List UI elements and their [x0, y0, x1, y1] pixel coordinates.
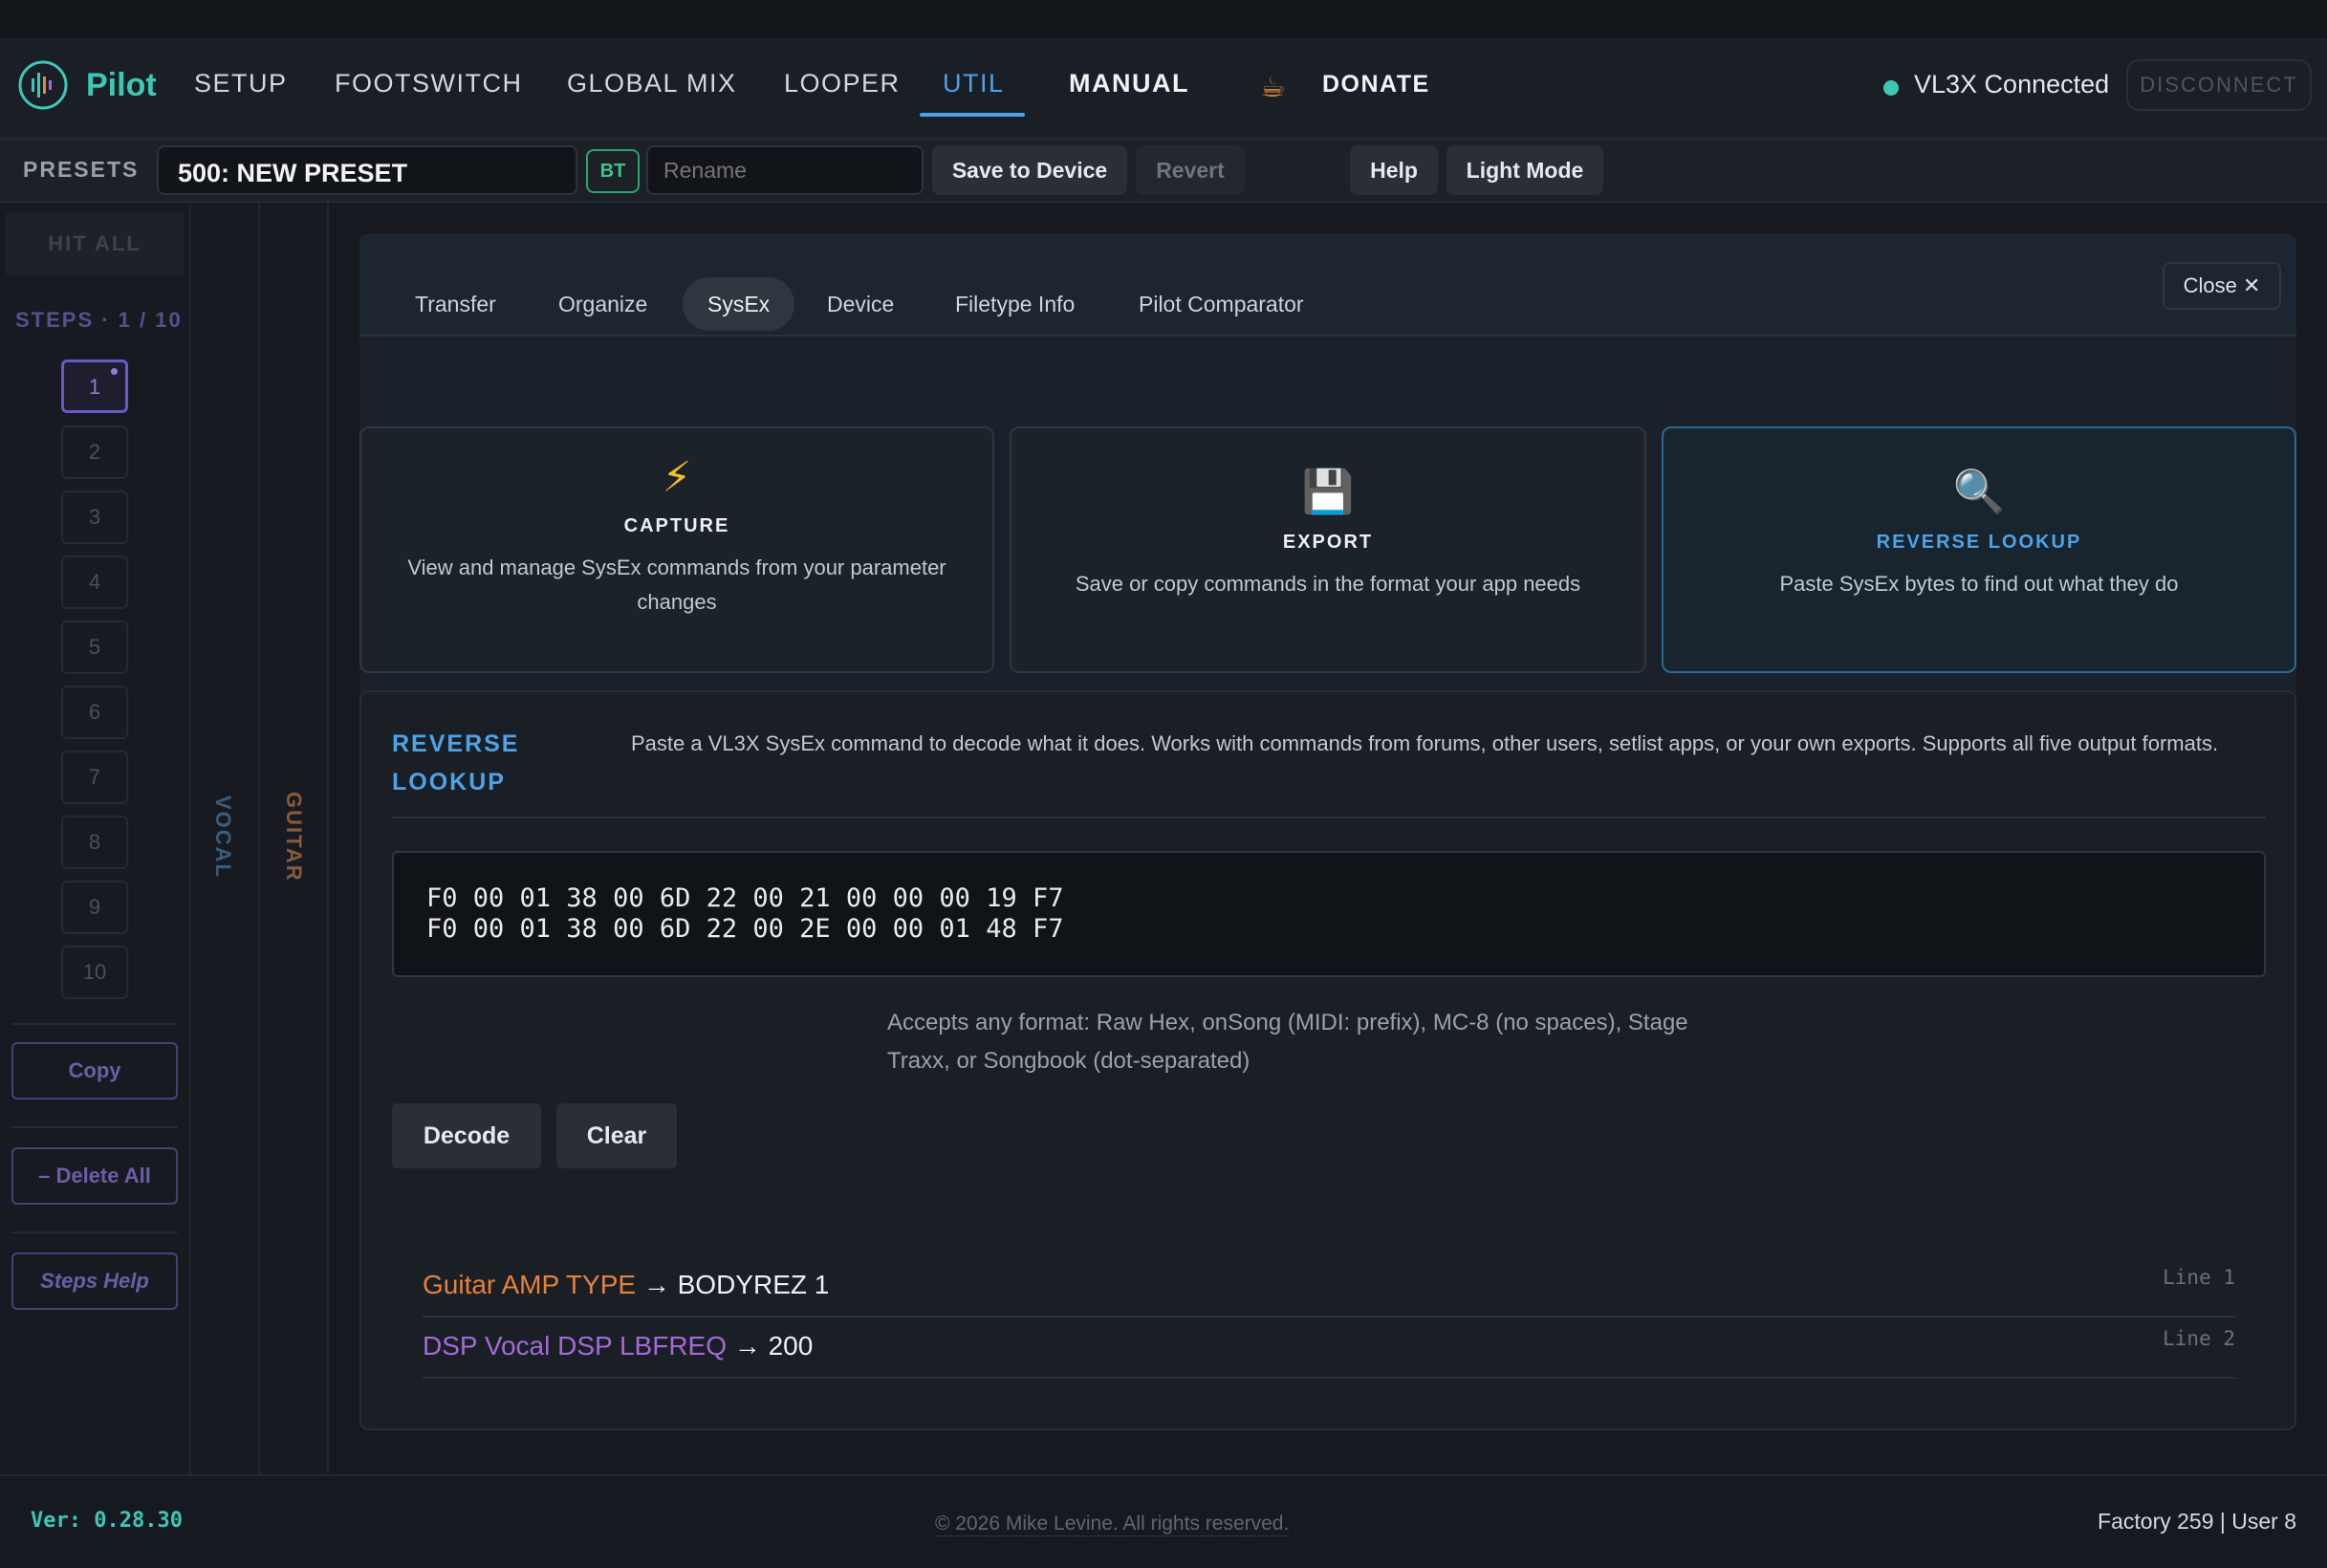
clear-button[interactable]: Clear [556, 1103, 677, 1168]
export-card[interactable]: 💾 EXPORT Save or copy commands in the fo… [1010, 426, 1646, 673]
tab-transfer[interactable]: Transfer [415, 277, 496, 331]
close-button[interactable]: Close ✕ [2163, 262, 2281, 310]
nav-setup[interactable]: SETUP [194, 69, 288, 98]
result-text: DSP Vocal DSP LBFREQ → 200 [423, 1331, 813, 1361]
bt-badge[interactable]: BT [586, 149, 640, 193]
help-button[interactable]: Help [1350, 145, 1438, 195]
magnifier-icon: 🔍 [1952, 468, 2006, 515]
steps-help-button[interactable]: Steps Help [11, 1252, 178, 1310]
nav-looper[interactable]: LOOPER [784, 69, 901, 98]
step-4[interactable]: 4 [61, 555, 128, 609]
accepts-hint: Accepts any format: Raw Hex, onSong (MID… [887, 1010, 1688, 1074]
step-7[interactable]: 7 [61, 751, 128, 804]
version-label: Ver: 0.28.30 [31, 1509, 183, 1533]
sysex-input[interactable]: F0 00 01 38 00 6D 22 00 21 00 00 00 19 F… [392, 851, 2266, 977]
result-line: Line 2 [2163, 1327, 2235, 1350]
nav-active-underline [920, 113, 1025, 117]
nav-donate[interactable]: DONATE [1322, 71, 1430, 98]
nav-manual[interactable]: MANUAL [1069, 69, 1189, 98]
reverse-lookup-section: REVERSE LOOKUP Paste a VL3X SysEx comman… [359, 690, 2296, 1430]
footer: Ver: 0.28.30 © 2026 Mike Levine. All rig… [0, 1474, 2327, 1568]
step-6[interactable]: 6 [61, 686, 128, 739]
nav-util[interactable]: UTIL [943, 69, 1005, 98]
connection-status-dot [1883, 80, 1899, 96]
light-mode-button[interactable]: Light Mode [1446, 145, 1603, 195]
reverse-lookup-card[interactable]: 🔍 REVERSE LOOKUP Paste SysEx bytes to fi… [1662, 426, 2296, 673]
hit-all-button[interactable]: HIT ALL [6, 212, 184, 275]
guitar-column: GUITAR [260, 203, 329, 1474]
result-value: 200 [768, 1331, 814, 1361]
steps-label: STEPS · 1 / 10 [15, 308, 183, 332]
result-row: Guitar AMP TYPE → BODYREZ 1 Line 1 [423, 1256, 2235, 1318]
window-top-strip [0, 0, 2327, 38]
pilot-logo-icon [18, 60, 68, 110]
lightning-icon: ⚡ [662, 454, 692, 501]
result-row: DSP Vocal DSP LBFREQ → 200 Line 2 [423, 1318, 2235, 1379]
util-panel: Transfer Organize SysEx Device Filetype … [359, 233, 2296, 1430]
step-2[interactable]: 2 [61, 425, 128, 479]
step-10[interactable]: 10 [61, 946, 128, 999]
brand-name[interactable]: Pilot [86, 67, 157, 104]
rename-input[interactable] [646, 145, 924, 195]
tab-organize[interactable]: Organize [558, 277, 647, 331]
result-text: Guitar AMP TYPE → BODYREZ 1 [423, 1270, 829, 1300]
capture-title: CAPTURE [623, 515, 730, 536]
result-param: DSP Vocal DSP LBFREQ [423, 1331, 727, 1361]
vocal-label: VOCAL [211, 795, 235, 879]
sidebar-divider [11, 1231, 178, 1233]
reverse-lookup-title: REVERSE LOOKUP [1876, 532, 2082, 553]
copyright-link[interactable]: © 2026 Mike Levine. All rights reserved. [935, 1513, 1290, 1536]
save-to-device-button[interactable]: Save to Device [932, 145, 1127, 195]
preset-selector[interactable]: 500: NEW PRESET [157, 145, 577, 195]
reverse-lookup-description: Paste SysEx bytes to find out what they … [1779, 572, 2179, 596]
result-arrow: → [642, 1270, 670, 1299]
result-arrow: → [733, 1331, 761, 1361]
nav-footswitch[interactable]: FOOTSWITCH [335, 69, 522, 98]
preset-counts: Factory 259 | User 8 [2098, 1509, 2296, 1534]
result-param: Guitar AMP TYPE [423, 1270, 637, 1299]
copy-button[interactable]: Copy [11, 1042, 178, 1100]
step-9[interactable]: 9 [61, 881, 128, 934]
presets-bar: PRESETS 500: NEW PRESET BT Save to Devic… [0, 140, 2327, 203]
decode-button[interactable]: Decode [392, 1103, 541, 1168]
capture-description: View and manage SysEx commands from your… [407, 555, 946, 614]
top-nav: Pilot SETUP FOOTSWITCH GLOBAL MIX LOOPER… [0, 38, 2327, 140]
step-1[interactable]: 1 [61, 359, 128, 413]
sidebar-divider [11, 1023, 178, 1025]
step-number: 1 [88, 375, 101, 399]
guitar-label: GUITAR [282, 792, 306, 882]
result-line: Line 1 [2163, 1266, 2235, 1289]
steps-sidebar: HIT ALL STEPS · 1 / 10 1 2 3 4 5 6 7 8 9… [0, 203, 191, 1474]
vocal-column: VOCAL [191, 203, 260, 1474]
nav-global-mix[interactable]: GLOBAL MIX [567, 69, 737, 98]
section-description: Paste a VL3X SysEx command to decode wha… [631, 731, 2219, 755]
disconnect-button[interactable]: DISCONNECT [2126, 59, 2312, 111]
export-title: EXPORT [1282, 532, 1374, 553]
step-5[interactable]: 5 [61, 621, 128, 674]
section-divider [392, 817, 2266, 818]
tab-pilot-comparator[interactable]: Pilot Comparator [1139, 277, 1304, 331]
presets-label: PRESETS [23, 157, 140, 182]
util-tabs: Transfer Organize SysEx Device Filetype … [359, 233, 2296, 337]
tab-device[interactable]: Device [827, 277, 894, 331]
section-title: REVERSE LOOKUP [392, 730, 520, 795]
floppy-disk-icon: 💾 [1301, 468, 1355, 515]
step-active-dot [111, 368, 118, 375]
coffee-cup-icon: ☕ [1260, 72, 1286, 103]
delete-all-button[interactable]: – Delete All [11, 1147, 178, 1205]
tab-sysex[interactable]: SysEx [683, 277, 795, 331]
capture-card[interactable]: ⚡ CAPTURE View and manage SysEx commands… [359, 426, 994, 673]
revert-button[interactable]: Revert [1136, 145, 1245, 195]
connection-status: VL3X Connected [1914, 70, 2110, 98]
step-8[interactable]: 8 [61, 816, 128, 869]
step-3[interactable]: 3 [61, 490, 128, 544]
result-value: BODYREZ 1 [677, 1270, 830, 1299]
tab-filetype-info[interactable]: Filetype Info [955, 277, 1075, 331]
export-description: Save or copy commands in the format your… [1075, 572, 1581, 596]
sidebar-divider [11, 1126, 178, 1128]
